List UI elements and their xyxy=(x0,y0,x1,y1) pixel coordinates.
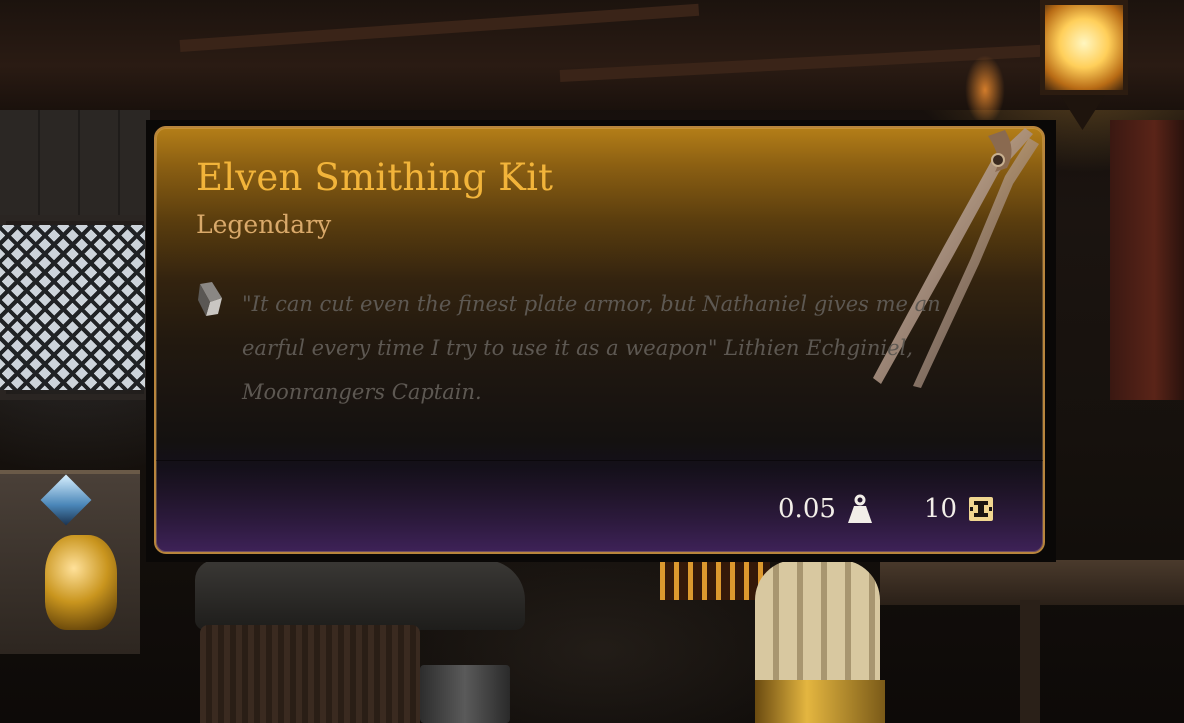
bucket xyxy=(420,665,510,723)
tree-stump xyxy=(200,625,420,723)
scroll-holder xyxy=(755,680,885,723)
item-description: "It can cut even the finest plate armor,… xyxy=(242,292,941,404)
anvil xyxy=(195,560,525,630)
candle-light xyxy=(965,55,1005,125)
gold-value: 10 xyxy=(923,494,957,524)
table xyxy=(880,560,1184,605)
item-title: Elven Smithing Kit xyxy=(196,156,554,199)
gold-coin-icon xyxy=(969,497,993,521)
stone-wall xyxy=(0,110,150,220)
scroll-bundle xyxy=(755,560,880,690)
hanging-lantern xyxy=(1040,0,1128,95)
banner-wall xyxy=(1110,120,1184,400)
item-stats: 0.05 10 xyxy=(778,489,995,529)
weight-value: 0.05 xyxy=(778,494,836,524)
weight-icon xyxy=(847,494,872,523)
item-rarity: Legendary xyxy=(196,210,332,239)
lattice-window xyxy=(0,225,145,390)
item-tooltip: Elven Smithing Kit Legendary "It can cut… xyxy=(154,126,1045,554)
table-leg xyxy=(1020,600,1040,723)
flavor-text-icon xyxy=(198,282,222,316)
tooltip-divider xyxy=(156,460,1043,461)
gold-ornament xyxy=(45,535,117,630)
